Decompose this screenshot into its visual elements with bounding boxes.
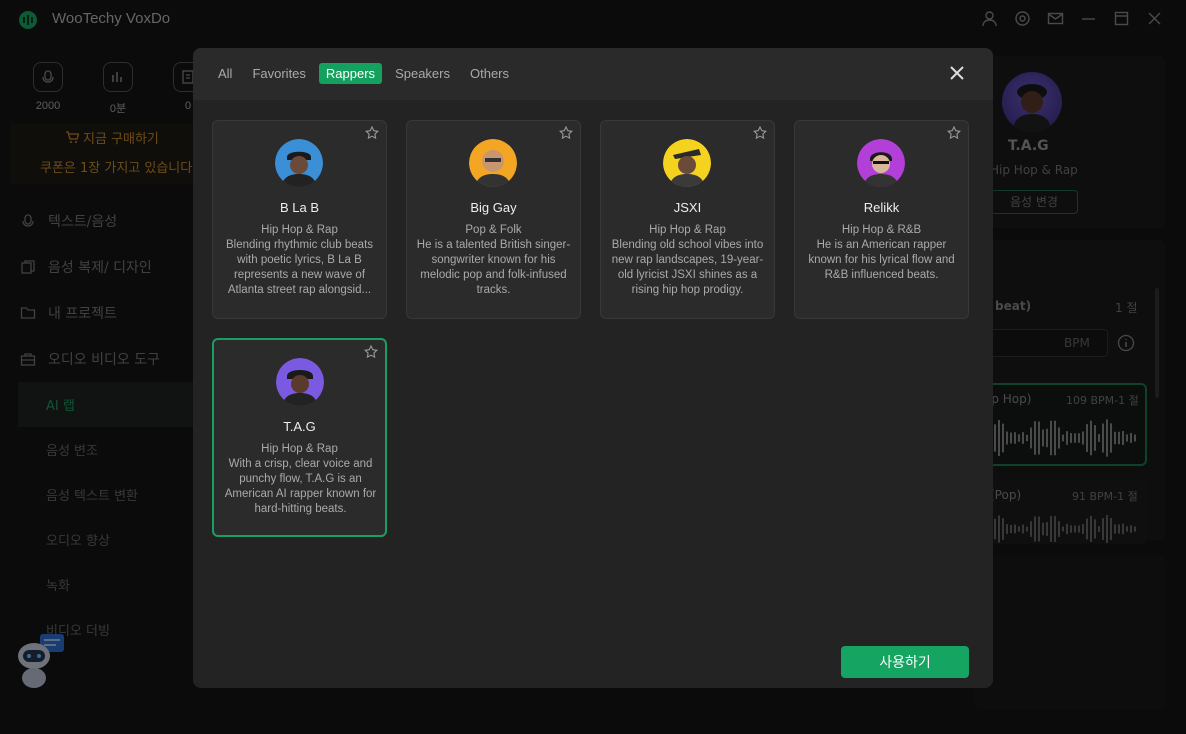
tab-speakers[interactable]: Speakers xyxy=(388,63,457,84)
voice-description: Blending rhythmic club beats with poetic… xyxy=(225,239,374,296)
favorite-star-icon[interactable] xyxy=(364,345,378,359)
voice-avatar xyxy=(857,139,905,187)
voice-card-tag[interactable]: T.A.G Hip Hop & Rap With a crisp, clear … xyxy=(212,338,387,537)
voice-card-jsxi[interactable]: JSXI Hip Hop & Rap Blending old school v… xyxy=(600,120,775,319)
app-window: WooTechy VoxDo 2000 0분 0 지금 구매하기 쿠폰은 1장 … xyxy=(0,0,1186,734)
voice-name: JSXI xyxy=(673,200,702,215)
voice-picker-modal: All Favorites Rappers Speakers Others B … xyxy=(193,48,993,688)
voice-description: He is an American rapper known for his l… xyxy=(808,239,955,281)
voice-name: T.A.G xyxy=(283,419,316,434)
voice-description: He is a talented British singer-songwrit… xyxy=(416,239,571,296)
use-voice-button[interactable]: 사용하기 xyxy=(841,646,969,678)
favorite-star-icon[interactable] xyxy=(559,126,573,140)
modal-header: All Favorites Rappers Speakers Others xyxy=(193,48,993,100)
voice-description: With a crisp, clear voice and punchy flo… xyxy=(224,458,377,515)
voice-avatar xyxy=(469,139,517,187)
voice-genre: Pop & Folk xyxy=(465,224,522,236)
voice-card-big-gay[interactable]: Big Gay Pop & Folk He is a talented Brit… xyxy=(406,120,581,319)
voice-avatar xyxy=(276,358,324,406)
category-tabs: All Favorites Rappers Speakers Others xyxy=(211,63,516,84)
favorite-star-icon[interactable] xyxy=(365,126,379,140)
favorite-star-icon[interactable] xyxy=(947,126,961,140)
favorite-star-icon[interactable] xyxy=(753,126,767,140)
tab-others[interactable]: Others xyxy=(463,63,516,84)
voice-avatar xyxy=(663,139,711,187)
tab-favorites[interactable]: Favorites xyxy=(245,63,312,84)
tab-all[interactable]: All xyxy=(211,63,239,84)
voice-name: B La B xyxy=(279,200,320,215)
voice-genre: Hip Hop & Rap xyxy=(261,443,338,455)
tab-rappers[interactable]: Rappers xyxy=(318,63,383,84)
close-icon[interactable] xyxy=(949,65,965,81)
voice-description: Blending old school vibes into new rap l… xyxy=(611,239,764,296)
voice-card-b-la-b[interactable]: B La B Hip Hop & Rap Blending rhythmic c… xyxy=(212,120,387,319)
voice-genre: Hip Hop & Rap xyxy=(649,224,726,236)
voice-name: Relikk xyxy=(863,200,900,215)
voice-avatar xyxy=(275,139,323,187)
voice-genre: Hip Hop & R&B xyxy=(841,224,922,236)
voice-genre: Hip Hop & Rap xyxy=(261,224,338,236)
voice-card-relikk[interactable]: Relikk Hip Hop & R&B He is an American r… xyxy=(794,120,969,319)
voice-name: Big Gay xyxy=(470,200,517,215)
